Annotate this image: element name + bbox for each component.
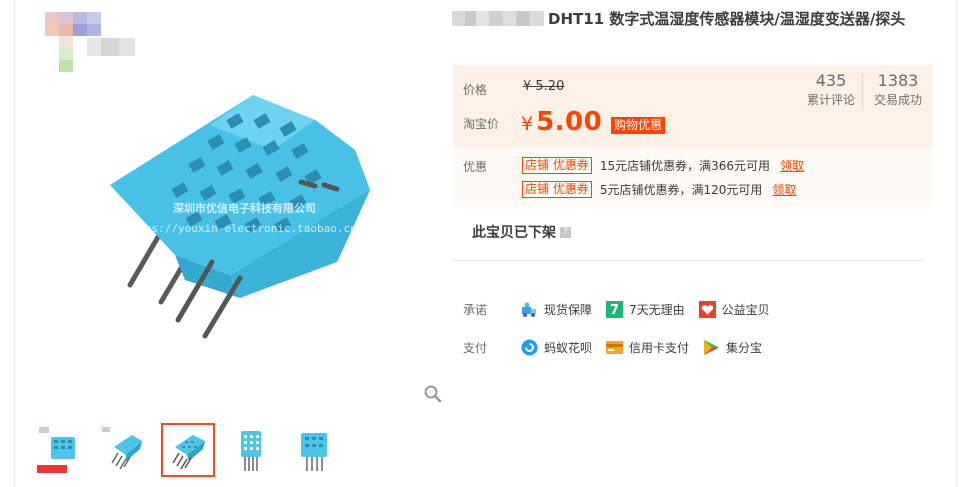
svg-text:7: 7 <box>610 303 619 318</box>
price-label: 价格 <box>463 83 488 97</box>
service-seven-day-return[interactable]: 7 7天无理由 <box>606 301 685 318</box>
off-shelf-text: 此宝贝已下架 <box>472 225 556 241</box>
main-product-image[interactable]: 深圳市优信电子科技有限公司 https://youxin-electronic.… <box>15 0 440 410</box>
payment-credit-card[interactable]: 信用卡支付 <box>606 339 689 356</box>
thumbnail-1[interactable] <box>35 423 89 477</box>
payment-method-label: 信用卡支付 <box>629 341 690 355</box>
image-gallery: 深圳市优信电子科技有限公司 https://youxin-electronic.… <box>15 0 443 487</box>
stat-divider <box>862 73 863 109</box>
service-label: 现货保障 <box>544 303 593 317</box>
sensor-body <box>110 95 370 298</box>
product-title-text: DHT11 数字式温湿度传感器模块/温湿度变送器/探头 <box>548 10 906 28</box>
coupon-tag[interactable]: 店铺 优惠券 <box>522 180 592 198</box>
taobao-price: ¥5.00 <box>521 107 602 137</box>
thumbnail-4[interactable] <box>224 423 278 477</box>
sales-count-label: 交易成功 <box>873 93 922 107</box>
payment-label: 支付 <box>463 341 488 355</box>
coupon-tag[interactable]: 店铺 优惠券 <box>522 156 592 174</box>
seven-day-icon: 7 <box>606 301 624 318</box>
huabei-icon <box>521 339 538 356</box>
promise-row: 承诺 现货保障 7 7天无理由 公益宝贝 <box>463 301 784 318</box>
zoom-icon[interactable] <box>423 384 443 404</box>
sales-count: 1383 <box>877 71 919 90</box>
service-label: 公益宝贝 <box>721 303 770 317</box>
payment-method-label: 集分宝 <box>726 341 763 355</box>
section-divider <box>453 260 923 261</box>
service-label: 7天无理由 <box>629 303 685 317</box>
price-value: 5.00 <box>536 107 603 137</box>
blurred-shop-name <box>452 11 544 26</box>
review-count-stat[interactable]: 435 累计评论 <box>803 71 859 109</box>
thumbnail-3-selected[interactable] <box>161 423 215 477</box>
payment-method-label: 蚂蚁花呗 <box>544 341 593 355</box>
service-delivery-guarantee[interactable]: 现货保障 <box>521 301 592 318</box>
coupon-claim-link[interactable]: 领取 <box>780 157 804 174</box>
thumbnail-strip <box>35 423 341 479</box>
original-price: ¥ 5.20 <box>523 79 565 94</box>
frame-border-right <box>956 0 957 487</box>
help-icon[interactable]: ? <box>560 226 571 238</box>
off-shelf-notice: 此宝贝已下架 ? <box>472 222 571 242</box>
charity-icon <box>698 301 716 318</box>
payment-row: 支付 蚂蚁花呗 信用卡支付 集分宝 <box>463 339 776 356</box>
product-title: DHT11 数字式温湿度传感器模块/温湿度变送器/探头 <box>452 8 942 31</box>
review-count-label: 累计评论 <box>806 93 855 107</box>
coupon-item: 店铺 优惠券 5元店铺优惠券，满120元可用 领取 <box>522 180 796 198</box>
taobao-price-label: 淘宝价 <box>463 117 500 131</box>
service-charity[interactable]: 公益宝贝 <box>698 301 770 318</box>
jifenbao-icon <box>703 339 720 356</box>
delivery-icon <box>521 301 538 318</box>
currency-symbol: ¥ <box>521 113 534 135</box>
coupon-text: 5元店铺优惠券，满120元可用 <box>599 182 763 197</box>
coupon-claim-link[interactable]: 领取 <box>772 181 796 198</box>
promise-label: 承诺 <box>463 303 488 317</box>
coupon-text: 15元店铺优惠券，满366元可用 <box>599 158 771 173</box>
thumbnail-2[interactable] <box>98 423 152 477</box>
review-count: 435 <box>815 71 847 90</box>
coupon-panel: 优惠 店铺 优惠券 15元店铺优惠券，满366元可用 领取 店铺 优惠券 5元店… <box>453 147 933 207</box>
payment-jifenbao[interactable]: 集分宝 <box>703 339 762 356</box>
coupon-item: 店铺 优惠券 15元店铺优惠券，满366元可用 领取 <box>522 156 804 174</box>
promo-tag[interactable]: 购物优惠 <box>611 117 666 134</box>
coupon-label: 优惠 <box>463 160 488 174</box>
sales-count-stat[interactable]: 1383 交易成功 <box>869 71 927 109</box>
payment-huabei[interactable]: 蚂蚁花呗 <box>521 339 592 356</box>
price-panel: 价格 ¥ 5.20 淘宝价 ¥5.00 购物优惠 435 累计评论 1383 交… <box>453 65 933 147</box>
thumbnail-5[interactable] <box>287 423 341 477</box>
credit-card-icon <box>606 339 624 356</box>
watermark-company: 深圳市优信电子科技有限公司 <box>173 201 316 215</box>
watermark-url: https://youxin-electronic.taobao.com <box>125 222 364 235</box>
